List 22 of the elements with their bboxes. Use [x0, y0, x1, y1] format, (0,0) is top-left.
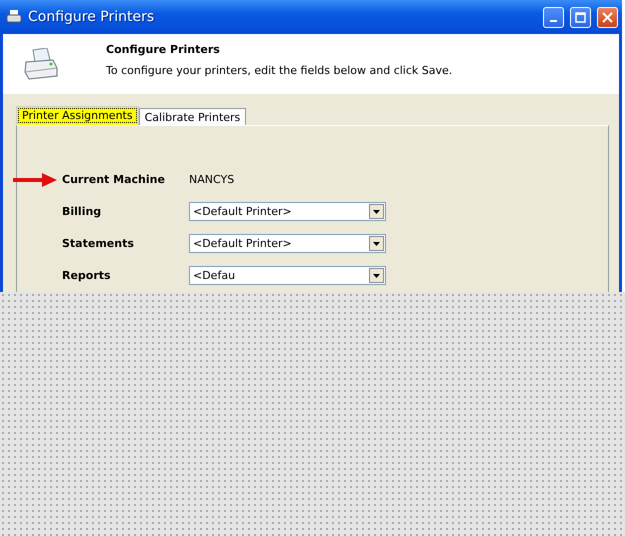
window-title: Configure Printers	[28, 9, 156, 25]
printer-dropdown[interactable]: <Defau	[189, 266, 386, 285]
tab[interactable]: Calibrate Printers	[138, 108, 246, 125]
maximize-button[interactable]	[570, 6, 591, 28]
printer-dropdown[interactable]: <Default Printer>	[189, 234, 386, 253]
printer-icon	[23, 48, 59, 80]
field-label: Billing	[62, 205, 102, 218]
header-title: Configure Printers	[106, 43, 221, 56]
field-value: NANCYS	[189, 173, 234, 186]
tab[interactable]: Printer Assignments	[16, 106, 139, 125]
printer-icon	[6, 10, 22, 24]
minimize-button[interactable]	[543, 6, 564, 28]
maximize-icon	[575, 12, 586, 22]
printer-dropdown[interactable]: <Default Printer>	[189, 202, 386, 221]
field-label: Current Machine	[62, 173, 166, 186]
header-description: To configure your printers, edit the fields below and click Save.	[106, 64, 452, 77]
close-icon	[602, 12, 613, 22]
field-label: Reports	[62, 269, 112, 282]
close-button[interactable]	[597, 6, 618, 28]
arrow-icon	[12, 172, 58, 188]
field-label: Statements	[62, 237, 135, 250]
minimize-icon	[550, 20, 557, 22]
